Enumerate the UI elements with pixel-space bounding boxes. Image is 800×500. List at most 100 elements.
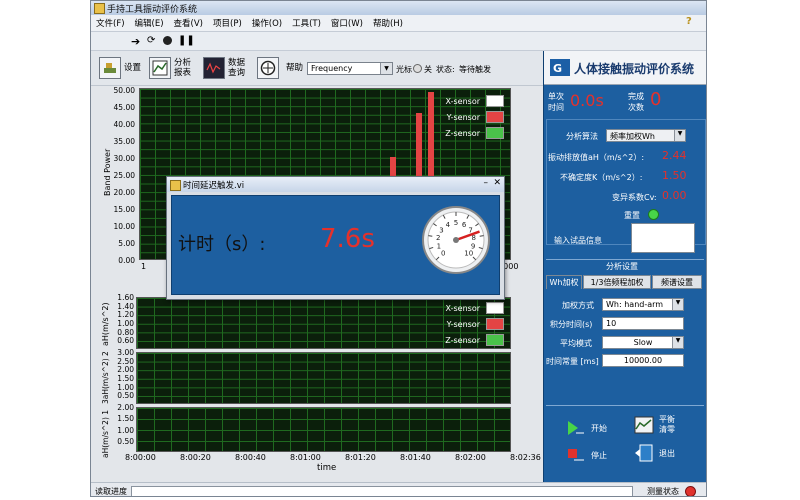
timer-label: 计时（s）: [178,234,266,255]
top-ytick: 45.00 [113,103,135,112]
run-arrow-icon[interactable]: ➔ [131,35,140,48]
weight-select[interactable]: Wh: hand-arm ▼ [602,298,684,311]
start-button[interactable]: 开始 [566,419,607,437]
time-tick: 8:01:00 [290,453,321,462]
dial-tick [479,235,484,237]
close-icon[interactable]: ✕ [493,178,501,188]
tab-spectrum-settings[interactable]: 频谱设置 [652,275,702,289]
exit-label: 退出 [659,448,675,458]
frequency-value: Frequency [311,64,353,73]
context-help-icon[interactable]: ? [686,16,698,28]
menu-view[interactable]: 查看(V) [169,15,208,31]
help-button[interactable]: 帮助 [257,55,303,81]
start-icon [568,421,584,435]
abort-icon[interactable] [163,36,172,45]
low-legend-y-label: Y-sensor [446,319,480,329]
legend-y-swatch [486,111,504,123]
algo-value: 频率加权Wh [610,132,655,141]
minimize-button[interactable]: – [484,178,489,188]
tab-wh-weighting[interactable]: Wh加权 [546,275,582,289]
dial-tick-label: 5 [454,219,458,227]
data-query-button[interactable]: 数据 查询 [203,55,245,81]
dial-tick-label: 1 [437,243,441,251]
time-tick: 8:02:36 [510,453,541,462]
run-continuous-icon[interactable]: ⟳ [147,35,155,46]
legend-y-label: Y-sensor [446,112,480,122]
menu-operate[interactable]: 操作(O) [247,15,287,31]
frequency-select[interactable]: Frequency ▼ [307,62,393,75]
measure-status-led [685,486,696,496]
run-toolbar: ➔ ⟳ ❚❚ [91,32,706,51]
ah-plot-2 [136,352,511,404]
low-legend-z-swatch [486,334,504,346]
exit-door-icon [635,444,653,462]
low-legend-y-swatch [486,318,504,330]
uncert-label: 不确定度K（m/s^2）: [560,173,643,182]
system-logo-icon: G [550,59,570,76]
settings-icon [99,57,121,79]
top-ytick: 0.00 [118,256,135,265]
reset-indicator-led[interactable] [648,209,659,220]
tab-third-octave[interactable]: 1/3倍频程加权 [583,275,651,289]
avg-label: 平均模式 [560,339,592,348]
top-ytick: 5.00 [118,239,135,248]
cv-value: 0.00 [662,189,687,202]
analysis-report-button[interactable]: 分析 报表 [149,55,191,81]
dial-tick [428,235,433,237]
top-legend: X-sensor Y-sensor Z-sensor [445,93,504,141]
dialog-title-bar: 时间延迟触发.vi – ✕ [167,177,504,192]
top-ytick: 25.00 [113,171,135,180]
legend-z-swatch [486,127,504,139]
time-tick: 8:00:40 [235,453,266,462]
analysis-report-icon [149,57,171,79]
time-tick: 8:01:40 [400,453,431,462]
dial-hub [453,237,459,243]
progress-label: 读取进度 [95,487,127,496]
stop-button[interactable]: 停止 [566,446,607,464]
lower-ytick: 2.50 [117,356,134,366]
balance-zero-button[interactable]: 平衡 清零 [634,415,675,435]
time-tick: 8:02:00 [455,453,486,462]
cursor-label: 光标 [396,65,412,74]
avg-value: Slow [633,338,653,347]
help-icon [257,57,279,79]
system-title-bar: G 人体接触振动评价系统 [544,51,706,85]
svg-text:G: G [553,62,562,75]
dial-tick-label: 6 [462,221,467,229]
menu-help[interactable]: 帮助(H) [368,15,408,31]
avg-mode-select[interactable]: Slow ▼ [602,336,684,349]
time-tick: 8:00:00 [125,453,156,462]
exit-button[interactable]: 退出 [634,444,675,462]
pause-icon[interactable]: ❚❚ [178,35,195,46]
time-const-input[interactable]: 10000.00 [602,354,684,367]
cursor-state: 关 [424,65,432,74]
top-ytick: 15.00 [113,205,135,214]
integ-time-input[interactable]: 10 [602,317,684,330]
low-legend-x-label: X-sensor [445,303,480,313]
settings-button[interactable]: 设置 [99,55,141,81]
menu-edit[interactable]: 编辑(E) [130,15,169,31]
tconst-label: 时间常量 [ms] [546,357,599,366]
lower-ytick: 2.00 [117,365,134,375]
sample-info-input[interactable] [631,223,695,253]
chevron-down-icon: ▼ [380,63,392,74]
window-title: 手持工具振动评价系统 [107,5,198,15]
lower-ytick: 1.00 [117,382,134,392]
top-ytick: 10.00 [113,222,135,231]
lower-ytick: 1.20 [117,310,134,320]
menu-tools[interactable]: 工具(T) [287,15,326,31]
done-label-1: 完成 [628,92,644,101]
button-divider [546,405,704,406]
menu-file[interactable]: 文件(F) [91,15,130,31]
ah-plot-3 [136,407,511,452]
menu-bar: 文件(F) 编辑(E) 查看(V) 项目(P) 操作(O) 工具(T) 窗口(W) 帮助(H)… [91,15,706,32]
lower-ytick: 0.60 [117,336,134,346]
menu-window[interactable]: 窗口(W) [326,15,368,31]
cursor-toggle[interactable] [413,64,422,73]
chevron-down-icon: ▼ [672,299,683,310]
algo-select[interactable]: 频率加权Wh ▼ [606,129,686,142]
main-toolbar: 设置 分析 报表 数据 查询 帮助 Frequency ▼ 光标 关 状态: 等待触… [91,51,543,86]
menu-project[interactable]: 项目(P) [208,15,247,31]
delay-trigger-dialog: 时间延迟触发.vi – ✕ 计时（s）: 7.6s 0 1 2 3 4 5 6 7 8 9 10 [166,176,505,300]
lower-ytick: 0.50 [117,391,134,401]
